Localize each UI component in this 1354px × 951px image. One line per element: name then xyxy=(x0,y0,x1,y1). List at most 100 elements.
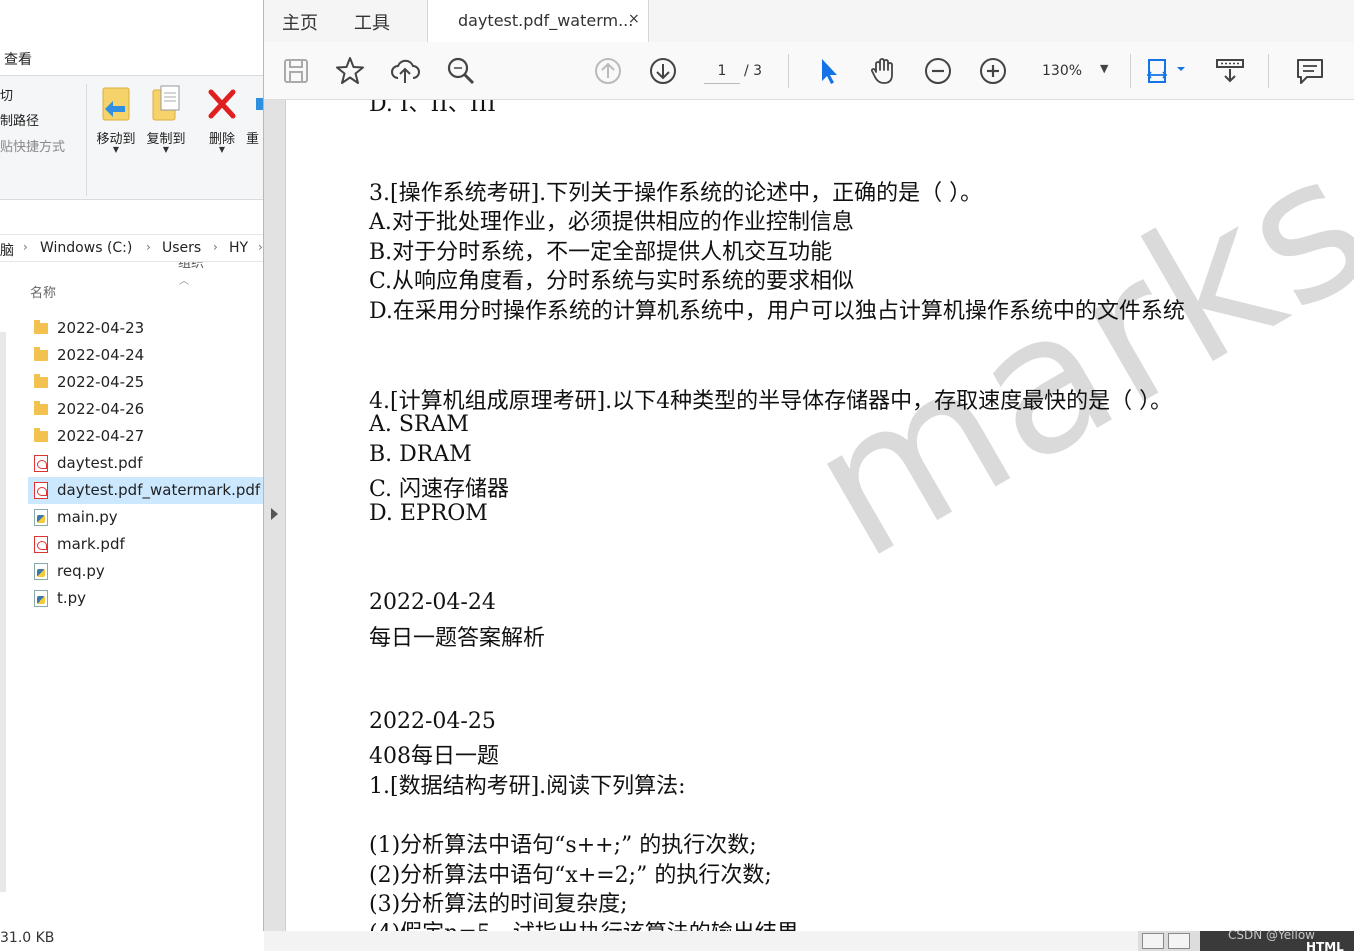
move-to-icon xyxy=(99,84,133,122)
file-name: daytest.pdf_watermark.pdf xyxy=(57,481,261,499)
zoom-value: 130% xyxy=(1042,63,1083,79)
document-tab-title: daytest.pdf_waterm... xyxy=(458,11,634,30)
breadcrumb-item[interactable]: Users xyxy=(162,240,201,256)
pdf-text-line: 3.[操作系统考研].下列关于操作系统的论述中，正确的是（ ）。 xyxy=(369,181,983,206)
chevron-right-icon: › xyxy=(23,240,28,254)
explorer-ribbon-tabs: 查看 xyxy=(0,0,264,75)
file-name: 2022-04-24 xyxy=(57,346,145,364)
toolbar-divider xyxy=(1268,54,1269,88)
previous-page-icon[interactable] xyxy=(592,55,624,87)
cut-button[interactable]: 切 xyxy=(0,85,13,104)
tab-view[interactable]: 查看 xyxy=(4,49,32,69)
pdf-text-line: D. EPROM xyxy=(369,501,488,526)
nav-pane-scrollbar[interactable] xyxy=(0,332,6,892)
pdf-text-line: (3)分析算法的时间复杂度; xyxy=(369,892,628,917)
folder-icon xyxy=(34,428,50,445)
pdf-text-line: (2)分析算法中语句“x+=2;” 的执行次数; xyxy=(369,863,772,888)
delete-button[interactable]: 删除 ▼ xyxy=(198,84,246,156)
tab-document[interactable]: daytest.pdf_waterm... × xyxy=(427,0,649,42)
folder-item[interactable]: 2022-04-23 xyxy=(28,315,264,342)
ribbon-divider xyxy=(86,84,87,196)
file-name: 2022-04-23 xyxy=(57,319,145,337)
cloud-upload-icon[interactable] xyxy=(389,55,421,87)
rename-button[interactable]: 重 xyxy=(246,84,264,156)
folder-item[interactable]: 2022-04-24 xyxy=(28,342,264,369)
read-mode-icon[interactable] xyxy=(1214,55,1246,87)
page-total: / 3 xyxy=(744,63,763,79)
toolbar-divider xyxy=(1130,54,1131,88)
file-name: 2022-04-25 xyxy=(57,373,145,391)
file-name: 2022-04-27 xyxy=(57,427,145,445)
python-file-icon xyxy=(34,509,50,526)
file-name: daytest.pdf xyxy=(57,454,143,472)
tab-tools[interactable]: 工具 xyxy=(354,9,390,35)
folder-icon xyxy=(34,347,50,364)
breadcrumb-item[interactable]: HY xyxy=(229,240,248,256)
copy-to-button[interactable]: 复制到 ▼ xyxy=(142,84,190,156)
viewer-tab-bar: 主页 工具 daytest.pdf_waterm... × xyxy=(264,0,1354,42)
comment-icon[interactable] xyxy=(1294,55,1326,87)
folder-item[interactable]: 2022-04-27 xyxy=(28,423,264,450)
folder-item[interactable]: 2022-04-25 xyxy=(28,369,264,396)
paste-shortcut-button[interactable]: 贴快捷方式 xyxy=(0,136,65,155)
pdf-text-line: B. DRAM xyxy=(369,442,472,467)
chevron-right-icon xyxy=(271,508,278,520)
pdf-text-line: C.从响应角度看，分时系统与实时系统的要求相似 xyxy=(369,269,855,294)
fit-page-icon[interactable] xyxy=(1144,55,1188,87)
large-icons-view-icon[interactable] xyxy=(1168,933,1190,949)
navigation-pane-toggle[interactable] xyxy=(264,100,286,931)
pdf-text-line: 每日一题答案解析 xyxy=(369,626,546,651)
copy-to-icon xyxy=(149,84,183,122)
column-header-name[interactable]: 名称 xyxy=(30,282,56,301)
details-view-icon[interactable] xyxy=(1142,933,1164,949)
zoom-in-icon[interactable] xyxy=(977,55,1009,87)
pdf-viewer-window: 主页 工具 daytest.pdf_waterm... × 1 / 3 130%… xyxy=(263,0,1354,931)
save-icon[interactable] xyxy=(280,55,312,87)
pdf-page: marks D. I、II、III 3.[操作系统考研].下列关于操作系统的论述中… xyxy=(286,100,1354,931)
chevron-right-icon: › xyxy=(213,240,218,254)
move-to-button[interactable]: 移动到 ▼ xyxy=(92,84,140,156)
chevron-down-icon: ▼ xyxy=(218,145,226,154)
search-icon[interactable] xyxy=(445,55,477,87)
tab-home[interactable]: 主页 xyxy=(282,9,318,35)
file-explorer-window: 查看 切 制路径 贴快捷方式 移动到 ▼ 复制到 ▼ 删除 ▼ 重 组织 脑 ›… xyxy=(0,0,264,951)
pdf-file-icon xyxy=(34,482,50,499)
file-item[interactable]: daytest.pdf_watermark.pdf xyxy=(28,477,264,504)
status-size: 31.0 KB xyxy=(0,930,55,946)
folder-icon xyxy=(34,320,50,337)
file-item[interactable]: t.py xyxy=(28,585,264,612)
toolbar-divider xyxy=(788,54,789,88)
zoom-out-icon[interactable] xyxy=(922,55,954,87)
page-number-input[interactable]: 1 xyxy=(704,58,740,84)
close-icon[interactable]: × xyxy=(628,11,640,27)
pdf-text-line: D. I、II、III xyxy=(369,100,496,117)
folder-item[interactable]: 2022-04-26 xyxy=(28,396,264,423)
csdn-watermark: CSDN @Yellow xyxy=(1228,928,1315,942)
python-file-icon xyxy=(34,563,50,580)
file-item[interactable]: mark.pdf xyxy=(28,531,264,558)
pdf-text-line: 408每日一题 xyxy=(369,744,499,769)
viewer-toolbar: 1 / 3 130% ▼ xyxy=(264,42,1354,100)
file-item[interactable]: daytest.pdf xyxy=(28,450,264,477)
breadcrumb-item[interactable]: Windows (C:) xyxy=(40,240,132,256)
folder-icon xyxy=(34,401,50,418)
pdf-text-line: B.对于分时系统，不一定全部提供人机交互功能 xyxy=(369,240,833,265)
delete-icon xyxy=(205,84,239,122)
explorer-ribbon: 切 制路径 贴快捷方式 移动到 ▼ 复制到 ▼ 删除 ▼ 重 组织 xyxy=(0,75,264,271)
hand-tool-icon[interactable] xyxy=(867,55,899,87)
folder-icon xyxy=(34,374,50,391)
breadcrumb-item[interactable]: 脑 xyxy=(0,240,14,260)
file-name: t.py xyxy=(57,589,87,607)
select-cursor-icon[interactable] xyxy=(812,55,844,87)
pdf-text-line: C. 闪速存储器 xyxy=(369,477,510,502)
file-name: main.py xyxy=(57,508,118,526)
star-icon[interactable] xyxy=(334,55,366,87)
pdf-text-line: D.在采用分时操作系统的计算机系统中，用户可以独占计算机操作系统中的文件系统 xyxy=(369,299,1185,324)
file-item[interactable]: req.py xyxy=(28,558,264,585)
copy-path-button[interactable]: 制路径 xyxy=(0,110,39,129)
breadcrumb[interactable]: 脑 › Windows (C:) › Users › HY › xyxy=(0,234,264,262)
next-page-icon[interactable] xyxy=(647,55,679,87)
file-name: req.py xyxy=(57,562,105,580)
file-item[interactable]: main.py xyxy=(28,504,264,531)
zoom-select[interactable]: 130% ▼ xyxy=(1032,58,1118,84)
